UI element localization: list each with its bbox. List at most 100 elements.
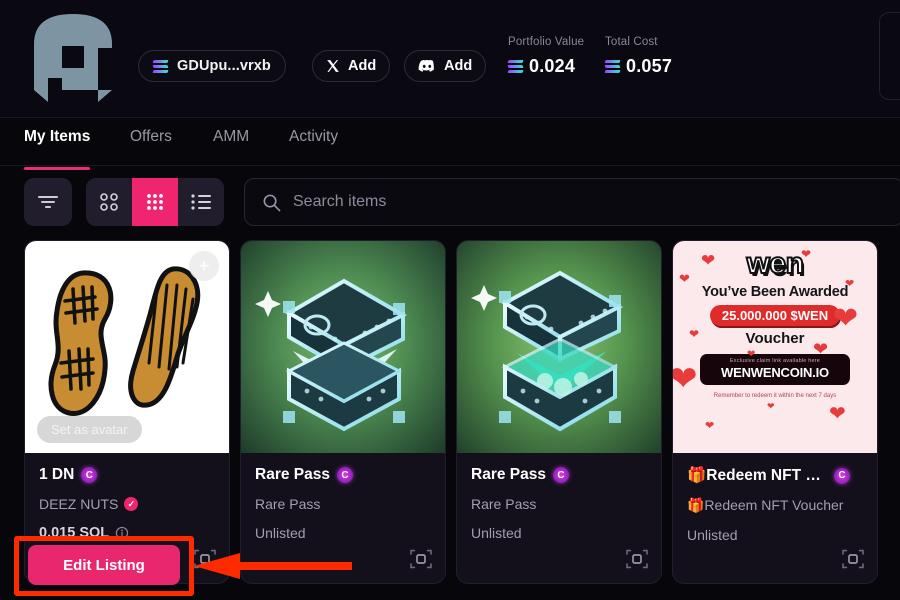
info-icon: [115, 526, 129, 540]
item-artwork: [241, 241, 445, 453]
verified-icon: ✓: [124, 497, 139, 511]
heart-icon: ❤: [679, 271, 690, 286]
item-card[interactable]: Rare Pass C Rare Pass Unlisted: [240, 240, 446, 584]
item-price: 0.015 SOL: [39, 525, 110, 541]
portfolio-value-amount: 0.024: [529, 56, 576, 76]
wen-amount-chip: 25.000.000 $WEN: [709, 305, 841, 326]
item-status: Unlisted: [471, 525, 522, 541]
view-mode-group: [86, 178, 224, 226]
wen-voucher-artwork: ❤ ❤ ❤ ❤ ❤ ❤ ❤ ❤ ❤ ❤ ❤ ❤ wen You’ve Been …: [673, 241, 877, 453]
tab-activity[interactable]: Activity: [289, 128, 338, 166]
item-title: 🎁Redeem NFT V...: [687, 467, 827, 484]
tab-amm-label: AMM: [213, 128, 250, 145]
heart-icon: ❤: [833, 302, 859, 335]
item-card[interactable]: + Set as avatar 1 DN C DEEZ NUTS ✓ 0.015…: [24, 240, 230, 584]
heart-icon: ❤: [673, 359, 698, 399]
item-collection: Rare Pass: [255, 496, 321, 512]
item-title: 1 DN: [39, 466, 75, 483]
set-as-avatar-button[interactable]: Set as avatar: [37, 416, 142, 443]
tab-offers-label: Offers: [130, 128, 172, 145]
expand-item-button[interactable]: [625, 547, 649, 571]
wen-claim-url: WENWENCOIN.IO: [721, 365, 829, 380]
annotation-arrow: [194, 553, 352, 579]
discord-add-button[interactable]: Add: [404, 50, 487, 82]
heart-icon: ❤: [829, 403, 846, 425]
expand-icon: [842, 549, 864, 569]
compressed-badge: C: [834, 467, 850, 484]
tab-my-items-label: My Items: [24, 128, 91, 145]
total-cost-amount: 0.057: [626, 56, 673, 76]
heart-icon: ❤: [705, 420, 715, 432]
heart-icon: ❤: [813, 339, 829, 359]
view-grid-2x2-button[interactable]: [86, 178, 132, 226]
compressed-badge: C: [81, 467, 98, 483]
total-cost-caption: Total Cost: [605, 36, 658, 48]
wallet-address-pill[interactable]: GDUpu...vrxb: [138, 50, 286, 82]
item-status: Unlisted: [255, 525, 306, 541]
heart-icon: ❤: [767, 401, 775, 411]
wen-voucher-line: Voucher: [745, 330, 805, 347]
filter-button[interactable]: [24, 178, 72, 226]
wen-logo-text: wen: [746, 247, 805, 280]
tab-amm[interactable]: AMM: [213, 128, 249, 166]
search-input[interactable]: Search items: [244, 178, 900, 226]
item-artwork: + Set as avatar: [25, 241, 229, 453]
peanuts-artwork: + Set as avatar: [25, 241, 229, 453]
item-artwork: [457, 241, 661, 453]
heart-icon: ❤: [845, 278, 855, 290]
profile-header: GDUpu...vrxb Add Add Portfolio Value 0.0…: [0, 0, 900, 118]
item-artwork: ❤ ❤ ❤ ❤ ❤ ❤ ❤ ❤ ❤ ❤ ❤ ❤ wen You’ve Been …: [673, 241, 877, 453]
heart-icon: ❤: [801, 247, 812, 261]
item-collection: DEEZ NUTS: [39, 496, 119, 512]
section-tabs: My Items Offers AMM Activity: [0, 118, 900, 170]
x-twitter-icon: [327, 60, 339, 72]
item-card[interactable]: ❤ ❤ ❤ ❤ ❤ ❤ ❤ ❤ ❤ ❤ ❤ ❤ wen You’ve Been …: [672, 240, 878, 584]
pixel-mushroom-avatar-icon: [34, 14, 112, 102]
grid-3x3-icon: [147, 194, 163, 210]
expand-icon: [410, 549, 432, 569]
discord-add-label: Add: [444, 58, 473, 74]
wallet-address-label: GDUpu...vrxb: [177, 58, 271, 74]
edit-listing-button[interactable]: Edit Listing: [28, 545, 180, 585]
heart-icon: ❤: [701, 251, 716, 270]
filter-icon: [38, 196, 58, 208]
search-placeholder: Search items: [293, 193, 387, 210]
total-cost-stat: Total Cost 0.057: [604, 36, 673, 77]
nft-portfolio-page: GDUpu...vrxb Add Add Portfolio Value 0.0…: [0, 0, 900, 600]
tab-my-items[interactable]: My Items: [24, 128, 91, 170]
treasure-chest-artwork: [457, 241, 661, 453]
treasure-chest-icon: [471, 270, 624, 432]
solana-icon: [604, 60, 621, 73]
header-side-panel-edge: [879, 12, 900, 100]
tab-active-underline: [24, 167, 91, 170]
expand-item-button[interactable]: [409, 547, 433, 571]
solana-icon: [507, 60, 524, 73]
tab-activity-label: Activity: [289, 128, 339, 145]
item-details: 1 DN C DEEZ NUTS ✓ 0.015 SOL: [25, 453, 229, 541]
view-grid-3x3-button[interactable]: [132, 178, 178, 226]
add-to-collection-button[interactable]: +: [189, 251, 219, 281]
x-add-button[interactable]: Add: [312, 50, 391, 82]
avatar: [26, 6, 120, 106]
item-card[interactable]: Rare Pass C Rare Pass Unlisted: [456, 240, 662, 584]
wen-footer-note: Remember to redeem it within the next 7 …: [713, 393, 837, 399]
x-add-label: Add: [348, 58, 377, 74]
grid-2x2-icon: [100, 193, 118, 211]
tab-offers[interactable]: Offers: [130, 128, 172, 166]
heart-icon: ❤: [689, 327, 700, 341]
item-details: Rare Pass C Rare Pass Unlisted: [241, 453, 445, 541]
compressed-badge: C: [552, 467, 569, 483]
view-list-button[interactable]: [178, 178, 224, 226]
heart-icon: ❤: [747, 349, 756, 360]
item-details: Rare Pass C Rare Pass Unlisted: [457, 453, 661, 541]
portfolio-value-stat: Portfolio Value 0.024: [507, 36, 584, 77]
item-details: 🎁Redeem NFT V... C 🎁Redeem NFT Voucher U…: [673, 453, 877, 543]
item-collection: 🎁Redeem NFT Voucher: [687, 497, 844, 513]
item-title: Rare Pass: [471, 466, 546, 483]
solana-icon: [152, 59, 169, 73]
expand-item-button[interactable]: [841, 547, 865, 571]
wen-award-line: You’ve Been Awarded: [701, 284, 849, 300]
treasure-chest-icon: [255, 278, 408, 432]
item-title: Rare Pass: [255, 466, 330, 483]
compressed-badge: C: [336, 467, 353, 483]
